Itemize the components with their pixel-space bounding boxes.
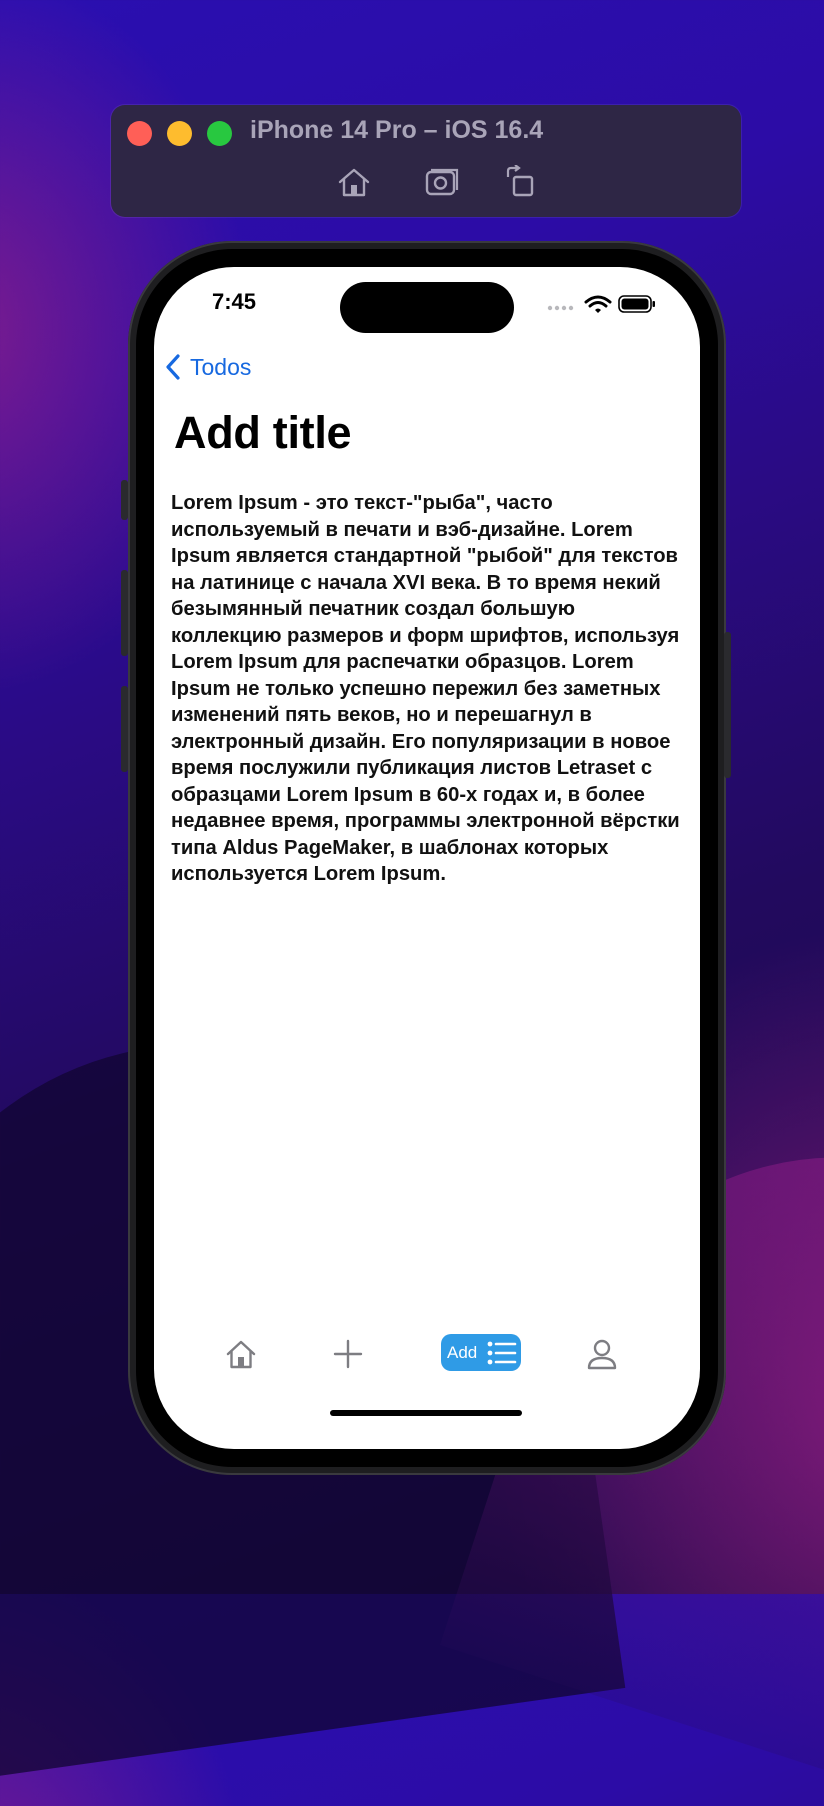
wifi-icon xyxy=(584,295,612,313)
plus-icon xyxy=(333,1339,363,1369)
cellular-icon xyxy=(547,305,574,311)
tab-todos-selected[interactable]: Add xyxy=(441,1334,521,1371)
chevron-left-icon xyxy=(166,354,180,380)
list-icon xyxy=(487,1341,517,1364)
device-screen: 7:45 Todos Add title Lorem Ipsum - это т… xyxy=(154,267,700,1449)
zoom-window-button[interactable] xyxy=(207,121,232,146)
close-window-button[interactable] xyxy=(127,121,152,146)
body-text[interactable]: Lorem Ipsum - это текст-"рыба", часто ис… xyxy=(171,490,691,888)
home-icon xyxy=(338,168,370,197)
tab-bar: Add xyxy=(154,1331,700,1381)
device-side-button xyxy=(121,686,128,772)
device-side-button xyxy=(121,480,128,520)
device-side-button xyxy=(121,570,128,656)
device-side-button xyxy=(724,632,731,778)
battery-icon xyxy=(618,295,655,313)
tab-home[interactable] xyxy=(224,1331,258,1377)
back-button-label: Todos xyxy=(190,353,252,380)
status-icons xyxy=(547,295,655,313)
minimize-window-button[interactable] xyxy=(167,121,192,146)
simulator-home-button[interactable] xyxy=(336,165,372,199)
rotate-icon xyxy=(506,164,534,197)
home-icon xyxy=(226,1340,256,1369)
tab-profile[interactable] xyxy=(585,1331,619,1377)
tab-add[interactable] xyxy=(331,1331,365,1377)
simulator-window-title: iPhone 14 Pro – iOS 16.4 xyxy=(250,116,544,144)
status-time: 7:45 xyxy=(212,289,257,314)
person-icon xyxy=(587,1339,617,1370)
tab-add-label: Add xyxy=(447,1342,478,1362)
page-title[interactable]: Add title xyxy=(174,407,352,459)
simulator-screenshot-button[interactable] xyxy=(424,165,460,199)
home-indicator[interactable] xyxy=(330,1410,522,1416)
simulator-rotate-button[interactable] xyxy=(504,164,540,199)
dynamic-island xyxy=(340,282,514,333)
screenshot-icon xyxy=(425,168,459,196)
back-button[interactable]: Todos xyxy=(164,349,251,385)
